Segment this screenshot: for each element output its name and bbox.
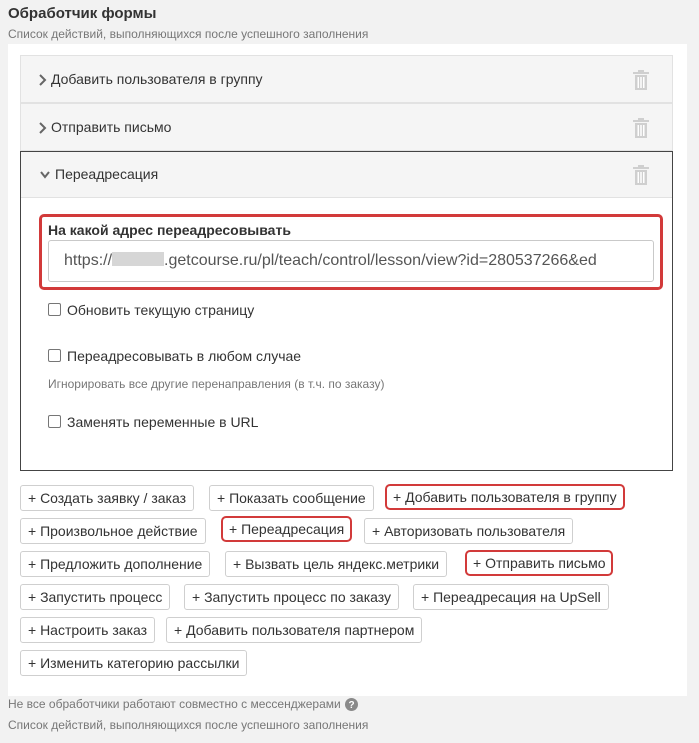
messenger-note-text: Не все обработчики работают совместно с … <box>8 697 341 711</box>
always-redirect-checkbox[interactable]: Переадресовывать в любом случае <box>48 348 301 364</box>
accordion-item-add-user-group[interactable]: Добавить пользователя в группу <box>20 55 673 103</box>
run-process-order-button[interactable]: + Запустить процесс по заказу <box>184 584 400 610</box>
checkbox-label: Переадресовывать в любом случае <box>67 348 302 364</box>
custom-action-button[interactable]: + Произвольное действие <box>20 518 206 544</box>
add-partner-button[interactable]: + Добавить пользователя партнером <box>166 617 423 643</box>
trash-icon[interactable] <box>632 118 650 138</box>
accordion-item-label: Отправить письмо <box>51 119 172 135</box>
svg-text:?: ? <box>348 700 354 711</box>
chevron-right-icon <box>39 122 47 134</box>
checkbox-box[interactable] <box>48 415 61 428</box>
redirect-url-input[interactable]: https:// .getcourse.ru/pl/teach/control/l… <box>48 240 654 282</box>
redirect-button[interactable]: + Переадресация <box>221 516 353 542</box>
create-order-button[interactable]: + Создать заявку / заказ <box>20 485 195 511</box>
redirect-upsell-button[interactable]: + Переадресация на UpSell <box>413 584 609 610</box>
show-message-button[interactable]: + Показать сообщение <box>209 485 374 511</box>
footer-subtitle: Список действий, выполняющихся после усп… <box>8 718 369 732</box>
yandex-goal-button[interactable]: + Вызвать цель яндекс.метрики <box>225 551 448 577</box>
checkbox-label: Обновить текущую страницу <box>67 302 255 318</box>
authorize-user-button[interactable]: + Авторизовать пользователя <box>364 518 574 544</box>
redirect-url-label: На какой адрес переадресовывать <box>48 222 291 238</box>
chevron-right-icon <box>39 74 47 86</box>
handlers-panel: Добавить пользователя в группу Отправить… <box>8 44 687 696</box>
refresh-page-checkbox[interactable]: Обновить текущую страницу <box>48 302 254 318</box>
accordion-item-label: Добавить пользователя в группу <box>51 71 263 87</box>
accordion-item-redirect-header[interactable]: Переадресация <box>21 152 672 198</box>
chevron-down-icon <box>40 171 50 179</box>
page-subtitle: Список действий, выполняющихся после усп… <box>8 27 369 41</box>
messenger-note: Не все обработчики работают совместно с … <box>8 697 358 711</box>
accordion-item-label: Переадресация <box>55 166 159 182</box>
checkbox-label: Заменять переменные в URL <box>67 414 259 430</box>
accordion-item-redirect: Переадресация На какой адрес переадресов… <box>20 151 673 471</box>
checkbox-box[interactable] <box>48 349 61 362</box>
run-process-button[interactable]: + Запустить процесс <box>20 584 171 610</box>
accordion-item-send-email[interactable]: Отправить письмо <box>20 103 673 151</box>
replace-vars-checkbox[interactable]: Заменять переменные в URL <box>48 414 258 430</box>
change-category-button[interactable]: + Изменить категорию рассылки <box>20 650 248 676</box>
trash-icon[interactable] <box>632 70 650 90</box>
offer-addon-button[interactable]: + Предложить дополнение <box>20 551 211 577</box>
help-icon[interactable]: ? <box>344 698 358 711</box>
ignore-redirects-hint: Игнорировать все другие перенаправления … <box>48 377 385 391</box>
redacted-subdomain <box>112 252 165 266</box>
url-prefix: https:// <box>64 252 113 269</box>
page-title: Обработчик формы <box>8 5 157 22</box>
add-user-group-button[interactable]: + Добавить пользователя в группу <box>385 484 625 510</box>
checkbox-box[interactable] <box>48 303 61 316</box>
setup-order-button[interactable]: + Настроить заказ <box>20 617 156 643</box>
trash-icon[interactable] <box>632 165 650 185</box>
url-suffix: .getcourse.ru/pl/teach/control/lesson/vi… <box>164 252 597 269</box>
send-email-button[interactable]: + Отправить письмо <box>465 550 614 576</box>
